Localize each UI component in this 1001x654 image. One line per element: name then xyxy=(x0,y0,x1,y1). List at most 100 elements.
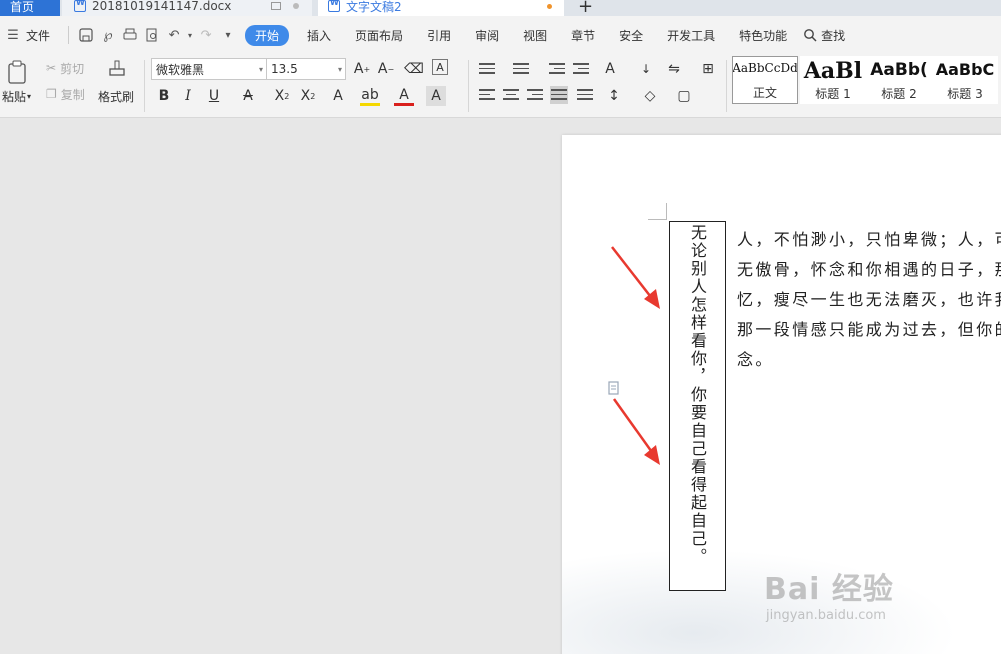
close-dot-icon[interactable] xyxy=(293,3,300,9)
word-document-icon xyxy=(328,0,340,12)
tab-home[interactable]: 首页 xyxy=(0,0,60,16)
format-painter-icon[interactable] xyxy=(104,58,130,84)
body-line: 人，不怕渺小，只怕卑微；人，可 xyxy=(737,230,1001,249)
distributed-icon[interactable] xyxy=(576,86,594,104)
increase-indent-icon[interactable] xyxy=(572,60,590,78)
chevron-down-icon: ▾ xyxy=(337,65,342,74)
grow-font-icon[interactable]: A + xyxy=(352,59,372,79)
menu-security[interactable]: 安全 xyxy=(607,27,655,44)
highlight-icon[interactable]: ab xyxy=(360,86,380,106)
align-left-icon[interactable] xyxy=(478,86,496,104)
style-sample: AaBbCcDd xyxy=(732,61,798,75)
tab-document-1[interactable]: 20181019141147.docx xyxy=(62,0,312,16)
tab-document-1-label: 20181019141147.docx xyxy=(92,0,232,13)
search-icon[interactable] xyxy=(799,25,821,45)
align-center-icon[interactable] xyxy=(502,86,520,104)
menu-view[interactable]: 视图 xyxy=(511,27,559,44)
style-heading-2[interactable]: AaBb( 标题 2 xyxy=(866,56,932,104)
print-preview-icon[interactable] xyxy=(141,25,163,45)
scissors-icon: ✂ xyxy=(46,61,57,75)
style-sample: AaBbC xyxy=(935,60,995,79)
line-spacing-icon[interactable]: ↕ xyxy=(604,86,624,106)
divider xyxy=(144,60,145,112)
text-outline-icon[interactable]: A xyxy=(328,86,348,106)
customize-dropdown-icon[interactable]: ▾ xyxy=(217,25,239,45)
format-painter-label[interactable]: 格式刷 xyxy=(98,88,134,104)
numbered-list-icon[interactable] xyxy=(512,60,530,78)
superscript-icon[interactable]: X2 xyxy=(272,86,292,106)
subscript-icon[interactable]: X2 xyxy=(298,86,318,106)
style-name: 标题 2 xyxy=(881,87,917,101)
body-paragraph[interactable]: 人，不怕渺小，只怕卑微；人，可 无傲骨，怀念和你相遇的日子，那 忆，瘦尽一生也无… xyxy=(737,225,1001,375)
shrink-font-icon[interactable]: A − xyxy=(376,59,396,79)
align-right-icon[interactable] xyxy=(526,86,544,104)
layout-options-icon[interactable] xyxy=(608,381,620,395)
decrease-indent-icon[interactable] xyxy=(548,60,566,78)
vertical-text[interactable]: 无论别人怎样看你，你要自己看得起自己。 xyxy=(685,224,709,566)
font-color-icon[interactable]: A xyxy=(394,86,414,106)
paste-label: 粘贴 xyxy=(2,89,27,104)
menu-references[interactable]: 引用 xyxy=(415,27,463,44)
clear-format-icon[interactable]: ⌫ xyxy=(404,59,424,79)
copy-button[interactable]: ❐ 复制 xyxy=(46,86,85,102)
tab-home-label: 首页 xyxy=(10,0,35,14)
strikethrough-icon[interactable]: A xyxy=(238,86,258,106)
save-icon[interactable] xyxy=(75,25,97,45)
shading-icon[interactable]: ◇ xyxy=(640,86,660,106)
undo-icon[interactable]: ↶ xyxy=(163,25,185,45)
vertical-text-box[interactable]: 无论别人怎样看你，你要自己看得起自己。 xyxy=(669,221,726,591)
style-name: 正文 xyxy=(752,86,777,100)
text-effect-icon[interactable]: A xyxy=(432,59,448,75)
justify-icon[interactable] xyxy=(550,86,568,104)
menu-home[interactable]: 开始 xyxy=(245,24,290,46)
margin-marker xyxy=(648,219,666,220)
margin-marker xyxy=(666,203,667,220)
menu-special-features[interactable]: 特色功能 xyxy=(727,27,799,44)
text-direction-icon[interactable]: A xyxy=(600,59,620,79)
body-line: 忆，瘦尽一生也无法磨灭，也许我 xyxy=(737,290,1001,309)
paste-icon[interactable] xyxy=(4,58,32,86)
redo-icon[interactable]: ↷ xyxy=(195,25,217,45)
char-shading-icon[interactable]: A xyxy=(426,86,446,106)
undo-dropdown-icon[interactable]: ▾ xyxy=(185,25,195,45)
menu-file[interactable]: 文件 xyxy=(24,27,62,44)
bold-icon[interactable]: B xyxy=(154,86,174,106)
paste-button[interactable]: 粘贴 ▾ xyxy=(2,88,31,104)
watermark-sub: jingyan.baidu.com xyxy=(766,608,886,623)
menu-review[interactable]: 审阅 xyxy=(463,27,511,44)
style-name: 标题 3 xyxy=(947,87,983,101)
table-insert-icon[interactable]: ⊞ xyxy=(698,59,718,79)
print-icon[interactable] xyxy=(119,25,141,45)
sort-icon[interactable]: ↓ xyxy=(636,59,656,79)
menu-insert[interactable]: 插入 xyxy=(295,27,343,44)
style-normal[interactable]: AaBbCcDd 正文 xyxy=(732,56,798,104)
menu-page-layout[interactable]: 页面布局 xyxy=(343,27,415,44)
red-arrow-icon xyxy=(611,246,660,309)
cut-button[interactable]: ✂ 剪切 xyxy=(46,60,84,76)
tab-document-2[interactable]: 文字文稿2 xyxy=(318,0,564,16)
watermark-main: Bai 经验 xyxy=(764,572,894,607)
copy-icon: ❐ xyxy=(46,87,57,101)
font-name-select[interactable]: 微软雅黑 ▾ xyxy=(151,58,267,80)
font-size-select[interactable]: 13.5 ▾ xyxy=(266,58,346,80)
hamburger-menu-icon[interactable]: ☰ xyxy=(2,25,24,45)
underline-icon[interactable]: U xyxy=(204,86,224,106)
body-line: 念。 xyxy=(737,350,774,369)
output-icon[interactable]: ℘ xyxy=(97,25,119,45)
italic-icon[interactable]: I xyxy=(178,86,198,106)
menu-search[interactable]: 查找 xyxy=(821,27,857,44)
ribbon-toolbar: 粘贴 ▾ ✂ 剪切 ❐ 复制 格式刷 微软雅黑 ▾ 13.5 ▾ A + A − ⌫ A … xyxy=(0,54,1001,118)
new-tab-button[interactable]: + xyxy=(578,0,598,16)
body-line: 无傲骨，怀念和你相遇的日子，那 xyxy=(737,260,1001,279)
line-spacing-tools-icon[interactable]: ⇋ xyxy=(664,59,684,79)
style-heading-3[interactable]: AaBbC 标题 3 xyxy=(932,56,998,104)
bullet-list-icon[interactable] xyxy=(478,60,496,78)
menu-developer[interactable]: 开发工具 xyxy=(655,27,727,44)
body-line: 那一段情感只能成为过去，但你的 xyxy=(737,320,1001,339)
border-icon[interactable]: ▢ xyxy=(674,86,694,106)
style-sample: AaBl xyxy=(803,58,863,84)
menu-chapter[interactable]: 章节 xyxy=(559,27,607,44)
style-sample: AaBb( xyxy=(870,60,928,80)
style-heading-1[interactable]: AaBl 标题 1 xyxy=(800,56,866,104)
divider xyxy=(468,60,469,112)
